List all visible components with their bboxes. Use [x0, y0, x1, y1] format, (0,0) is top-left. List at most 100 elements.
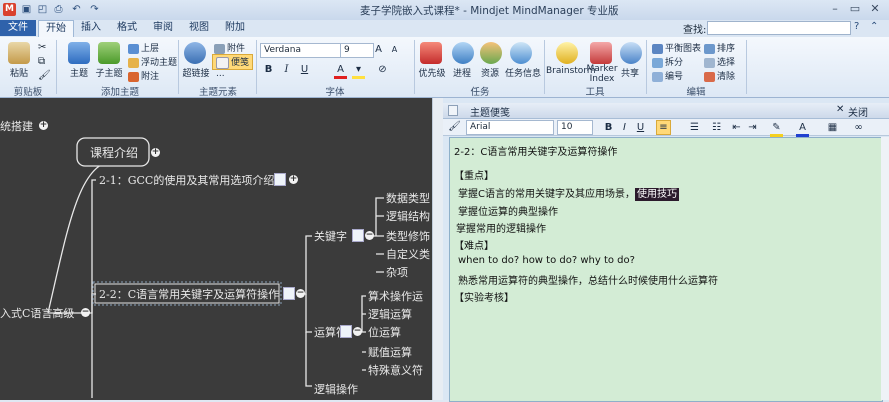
numbered-list-icon[interactable]: ☷	[710, 121, 723, 134]
collapse-icon[interactable]: −	[81, 308, 90, 317]
progress-button[interactable]: 进程	[448, 66, 476, 79]
tab-format[interactable]: 格式	[112, 20, 142, 36]
topic-button[interactable]: 主题	[64, 66, 94, 79]
redo-icon[interactable]: ↷	[88, 3, 101, 16]
priority-button[interactable]: 优先级	[416, 66, 448, 79]
upper-topic-button[interactable]: 上层	[128, 41, 159, 54]
notes-font-select[interactable]: Arial	[466, 120, 554, 135]
restore-button[interactable]: ▭	[846, 2, 864, 16]
share-button[interactable]: 共享	[616, 66, 644, 79]
topic-2-1[interactable]: 2-1：GCC的使用及其常用选项介绍	[99, 172, 274, 188]
task-info-button[interactable]: 任务信息	[504, 66, 542, 79]
topic-keyword-child[interactable]: 数据类型	[386, 190, 430, 206]
notes-italic-button[interactable]: I	[618, 121, 631, 134]
map-vertical-scrollbar[interactable]	[432, 98, 443, 400]
select-button[interactable]: 选择	[704, 55, 735, 68]
font-size-select[interactable]: 9	[340, 43, 374, 58]
expand-icon[interactable]: +	[289, 175, 298, 184]
close-button[interactable]: ✕	[866, 2, 884, 16]
notes-vertical-scrollbar[interactable]	[881, 137, 889, 400]
grow-font-icon[interactable]: A	[372, 43, 385, 56]
topic-course-intro[interactable]: 课程介绍	[90, 144, 138, 161]
topic-keyword-child[interactable]: 逻辑结构	[386, 208, 430, 224]
expand-icon[interactable]: +	[151, 148, 160, 157]
note-indicator-icon[interactable]	[352, 229, 364, 242]
marker-index-button[interactable]: Marker Index	[586, 64, 618, 84]
notes-underline-button[interactable]: U	[634, 121, 647, 134]
save-icon[interactable]: ▣	[20, 3, 33, 16]
subtopic-icon[interactable]	[98, 42, 120, 64]
subtopic-button[interactable]: 子主题	[92, 66, 126, 79]
numbering-button[interactable]: 编号	[652, 69, 683, 82]
attachment-button[interactable]: 附件	[214, 41, 245, 54]
font-color-icon[interactable]: A	[334, 63, 347, 79]
topic-operator-child[interactable]: 特殊意义符	[368, 362, 423, 378]
hyperlink-icon[interactable]	[184, 42, 206, 64]
floating-topic-button[interactable]: 浮动主题	[128, 55, 177, 68]
note-button[interactable]: 便笺	[212, 54, 254, 70]
topic-keyword-child[interactable]: 杂项	[386, 264, 408, 280]
new-icon[interactable]: ◰	[36, 3, 49, 16]
collapse-icon[interactable]: −	[353, 327, 362, 336]
help-icon[interactable]: ?	[854, 21, 859, 32]
topic-keyword-child[interactable]: 自定义类	[386, 246, 430, 262]
tab-addins[interactable]: 附加	[220, 20, 250, 36]
clear-format-icon[interactable]: ⊘	[376, 63, 389, 76]
sort-button[interactable]: 排序	[704, 41, 735, 54]
align-left-icon[interactable]: ≡	[656, 120, 671, 135]
notes-bold-button[interactable]: B	[602, 121, 615, 134]
paste-icon[interactable]	[8, 42, 30, 64]
cut-icon[interactable]: ✂	[38, 42, 46, 53]
note-indicator-icon[interactable]	[340, 325, 352, 338]
mind-map-canvas[interactable]: 统搭建 + 课程介绍 + 2-1：GCC的使用及其常用选项介绍 + 2-2：C语…	[0, 98, 432, 400]
topic-partial-top[interactable]: 统搭建	[0, 118, 33, 134]
font-family-select[interactable]: Verdana	[260, 43, 342, 58]
outdent-icon[interactable]: ⇤	[730, 121, 743, 134]
tab-file[interactable]: 文件	[0, 20, 36, 36]
balance-map-button[interactable]: 平衡图表	[652, 41, 701, 54]
brainstorm-button[interactable]: Brainstorm	[546, 66, 596, 76]
callout-button[interactable]: 附注	[128, 69, 159, 82]
notes-close-icon[interactable]: ✕	[836, 104, 844, 115]
notes-editor[interactable]: 2-2：C语言常用关键字及运算符操作 【重点】 掌握C语言的常用关键字及其应用场…	[449, 137, 883, 402]
note-indicator-icon[interactable]	[274, 173, 286, 186]
bullets-icon[interactable]: ☰	[688, 121, 701, 134]
notes-close-button[interactable]: 关闭	[848, 104, 868, 119]
collapse-icon[interactable]: −	[296, 289, 305, 298]
note-indicator-icon[interactable]	[283, 287, 295, 300]
task-info-icon[interactable]	[510, 42, 532, 64]
format-painter-icon[interactable]: 🖌	[38, 70, 51, 81]
resource-icon[interactable]	[480, 42, 502, 64]
shrink-font-icon[interactable]: A	[388, 43, 401, 56]
print-icon[interactable]: ⎙	[52, 3, 65, 16]
format-painter-icon[interactable]: 🖌	[448, 120, 461, 133]
hyperlink-button[interactable]: 超链接	[180, 66, 212, 79]
undo-icon[interactable]: ↶	[70, 3, 83, 16]
ribbon-collapse-icon[interactable]: ⌃	[870, 21, 878, 32]
topic-operator-child[interactable]: 位运算	[368, 324, 401, 340]
topic-keyword[interactable]: 关键字	[314, 228, 347, 244]
notes-font-color-icon[interactable]: A	[796, 121, 809, 137]
topic-root[interactable]: 入式C语言高级	[0, 305, 74, 321]
search-input[interactable]	[707, 21, 851, 35]
app-icon[interactable]: M	[3, 3, 16, 16]
bold-button[interactable]: B	[262, 63, 275, 76]
highlight-color-icon[interactable]: ▾	[352, 63, 365, 79]
notes-highlight-icon[interactable]: ✎	[770, 121, 783, 137]
topic-operator-child[interactable]: 赋值运算	[368, 344, 412, 360]
brainstorm-icon[interactable]	[556, 42, 578, 64]
clear-button[interactable]: 清除	[704, 69, 735, 82]
minimize-button[interactable]: –	[826, 2, 844, 16]
link-icon[interactable]: ∞	[852, 121, 865, 134]
tab-insert[interactable]: 插入	[76, 20, 106, 36]
copy-icon[interactable]: ⧉	[38, 56, 45, 67]
share-icon[interactable]	[620, 42, 642, 64]
topic-icon[interactable]	[68, 42, 90, 64]
topic-2-2[interactable]: 2-2：C语言常用关键字及运算符操作	[99, 286, 279, 302]
topic-keyword-child[interactable]: 类型修饰	[386, 228, 430, 244]
expand-icon[interactable]: +	[39, 121, 48, 130]
resource-button[interactable]: 资源	[476, 66, 504, 79]
topic-logic-op[interactable]: 逻辑操作	[314, 381, 358, 397]
topic-operator-child[interactable]: 算术操作运	[368, 288, 423, 304]
indent-icon[interactable]: ⇥	[746, 121, 759, 134]
